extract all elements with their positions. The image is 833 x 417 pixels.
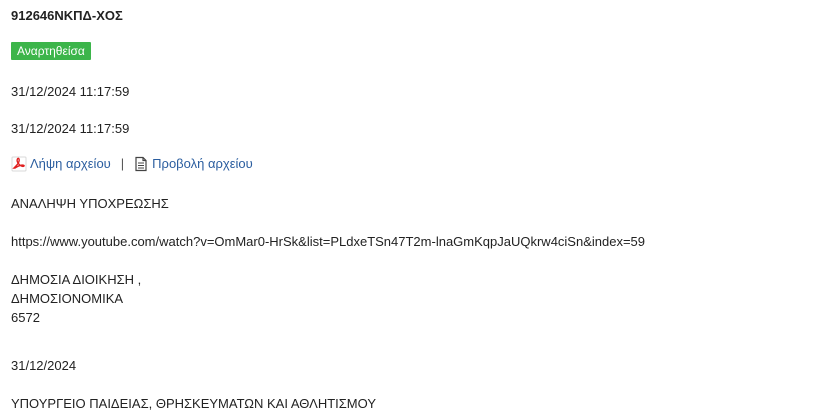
record-url[interactable]: https://www.youtube.com/watch?v=OmMar0-H… — [11, 234, 645, 250]
file-actions: Λήψη αρχείου | Προβολή αρχείου — [11, 154, 253, 174]
status-badge: Αναρτηθείσα — [11, 42, 91, 60]
thematic-units: ΔΗΜΟΣΙΑ ΔΙΟΙΚΗΣΗ , ΔΗΜΟΣΙΟΝΟΜΙΚΑ 6572 — [11, 270, 141, 327]
download-file-link[interactable]: Λήψη αρχείου — [11, 156, 111, 172]
pdf-icon — [11, 156, 27, 172]
download-file-label: Λήψη αρχείου — [30, 156, 111, 171]
document-icon — [133, 156, 149, 172]
view-file-link[interactable]: Προβολή αρχείου — [133, 156, 253, 172]
thematic-unit-2: ΔΗΜΟΣΙΟΝΟΜΙΚΑ — [11, 291, 124, 306]
record-code: 912646ΝΚΠΔ-ΧΟΣ — [11, 8, 123, 23]
separator: | — [120, 156, 125, 171]
organization: ΥΠΟΥΡΓΕΙΟ ΠΑΙΔΕΙΑΣ, ΘΡΗΣΚΕΥΜΑΤΩΝ ΚΑΙ ΑΘΛ… — [11, 396, 376, 411]
decision-type: ΑΝΑΛΗΨΗ ΥΠΟΧΡΕΩΣΗΣ — [11, 196, 169, 211]
view-file-label: Προβολή αρχείου — [152, 156, 253, 171]
thematic-unit-1: ΔΗΜΟΣΙΑ ΔΙΟΙΚΗΣΗ , — [11, 272, 142, 287]
issue-date: 31/12/2024 — [11, 358, 77, 373]
thematic-unit-code: 6572 — [11, 310, 40, 325]
published-timestamp: 31/12/2024 11:17:59 — [11, 121, 130, 136]
status-row: Αναρτηθείσα — [11, 42, 91, 60]
submission-timestamp: 31/12/2024 11:17:59 — [11, 84, 130, 99]
